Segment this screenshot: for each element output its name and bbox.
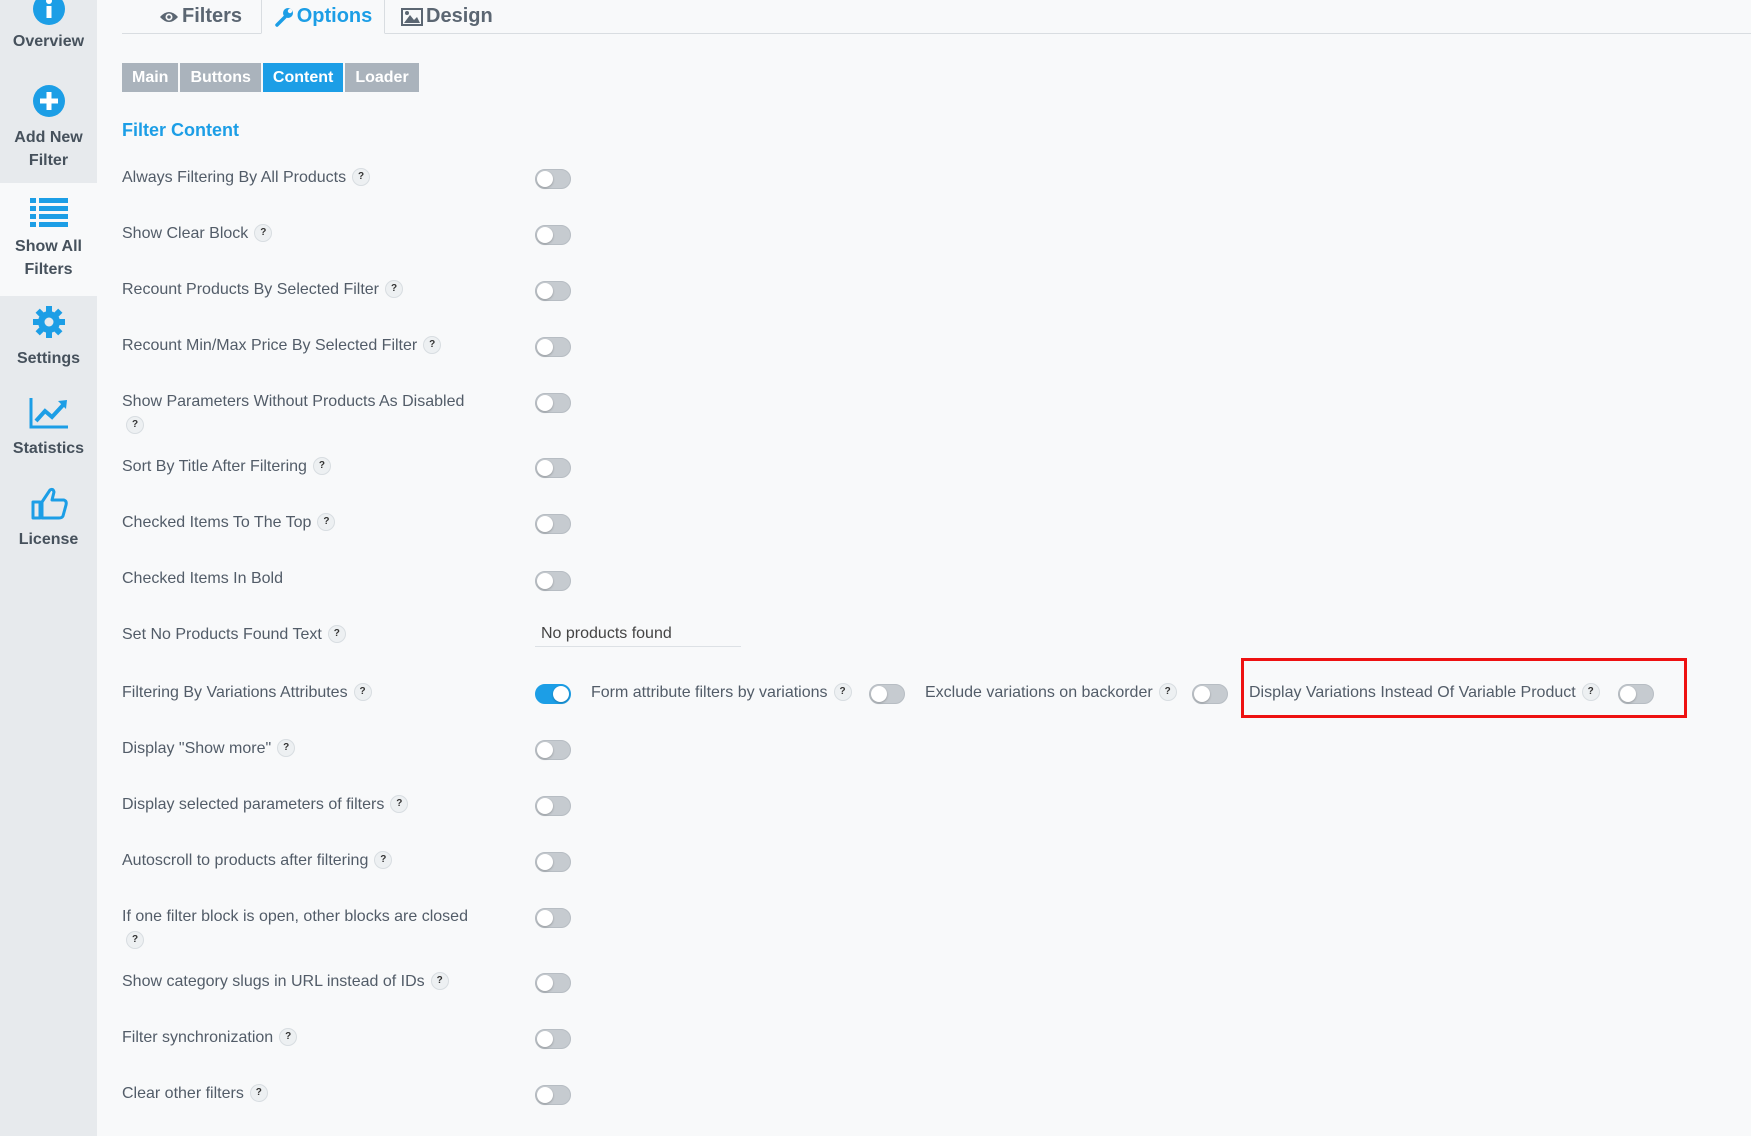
image-icon [401,7,423,26]
toggle-sort-by-title[interactable] [535,458,571,478]
subtab-main[interactable]: Main [122,63,179,92]
toggle-always-filtering[interactable] [535,169,571,189]
tab-filters[interactable]: Filters [159,0,242,33]
help-icon[interactable]: ? [277,738,296,757]
eye-icon [160,11,178,22]
option-label-sort-by-title: Sort By Title After Filtering? [122,455,482,479]
toggle-display-show-more[interactable] [535,740,571,760]
help-icon[interactable]: ? [1581,682,1600,701]
help-icon[interactable]: ? [423,335,442,354]
help-icon[interactable]: ? [1158,682,1177,701]
subtab-buttons[interactable]: Buttons [180,63,261,92]
sidebar-item-label: Add New Filter [14,129,83,169]
chart-line-icon [29,398,68,429]
option-label-display-show-more: Display "Show more"? [122,737,482,761]
option-label-show-clear-block: Show Clear Block? [122,222,482,246]
option-label-show-parameters-disabled: Show Parameters Without Products As Disa… [122,390,482,435]
help-icon[interactable]: ? [327,624,346,643]
option-label-recount-products: Recount Products By Selected Filter? [122,278,482,302]
list-icon [29,198,68,227]
toggle-clear-other-filters[interactable] [535,1085,571,1105]
tab-design[interactable]: Design [401,0,493,33]
option-label-filter-synchronization: Filter synchronization? [122,1026,482,1050]
toggle-filter-synchronization[interactable] [535,1029,571,1049]
option-label-category-slugs: Show category slugs in URL instead of ID… [122,970,482,994]
option-label-checked-in-bold: Checked Items In Bold [122,570,283,587]
sidebar-item-show-all-filters[interactable]: Show All Filters [0,183,97,296]
subtab-content[interactable]: Content [262,63,344,92]
sidebar-item-settings[interactable]: Settings [0,305,97,385]
toggle-category-slugs[interactable] [535,973,571,993]
tab-options[interactable]: Options [261,0,385,34]
toggle-show-clear-block[interactable] [535,225,571,245]
toggle-autoscroll[interactable] [535,852,571,872]
help-icon[interactable]: ? [249,1083,268,1102]
plus-circle-icon [32,85,65,117]
option-label-one-block-open: If one filter block is open, other block… [122,905,482,950]
help-icon[interactable]: ? [126,416,144,434]
option-label-always-filtering: Always Filtering By All Products? [122,166,482,190]
sidebar-item-overview[interactable]: Overview [0,0,97,78]
toggle-exclude-backorder[interactable] [1192,684,1228,704]
sidebar-item-statistics[interactable]: Statistics [0,397,97,477]
option-label-clear-other-filters: Clear other filters? [122,1082,482,1106]
toggle-one-block-open[interactable] [535,908,571,928]
toggle-checked-in-bold[interactable] [535,571,571,591]
option-label-form-attribute-filters: Form attribute filters by variations? [591,681,852,705]
option-label-no-products-text: Set No Products Found Text? [122,623,482,647]
toggle-display-selected-parameters[interactable] [535,796,571,816]
toggle-filtering-by-variations[interactable] [535,684,571,704]
sidebar-item-label: Overview [12,33,85,50]
sidebar-item-label: Show All Filters [15,238,82,278]
help-icon[interactable]: ? [385,279,404,298]
left-sidebar: Overview Add New Filter Show All Filters [0,0,97,1136]
toggle-recount-products[interactable] [535,281,571,301]
help-icon[interactable]: ? [352,167,371,186]
toggle-show-parameters-disabled[interactable] [535,393,571,413]
help-icon[interactable]: ? [254,223,273,242]
sidebar-item-add-new-filter[interactable]: Add New Filter [0,82,97,174]
info-icon [32,0,65,25]
option-label-display-variations: Display Variations Instead Of Variable P… [1249,681,1600,705]
sub-tab-bar: Main Buttons Content Loader [122,63,419,92]
sidebar-item-label: Statistics [12,440,85,457]
sidebar-item-label: Settings [16,350,81,367]
toggle-form-attribute-filters[interactable] [869,684,905,704]
option-label-exclude-backorder: Exclude variations on backorder? [925,681,1177,705]
section-title: Filter Content [122,120,239,140]
sidebar-item-license[interactable]: License [0,486,97,566]
top-tab-bar: Filters Options Design [122,0,1751,34]
help-icon[interactable]: ? [317,512,336,531]
option-label-filtering-by-variations: Filtering By Variations Attributes? [122,681,482,705]
option-label-display-selected-parameters: Display selected parameters of filters? [122,793,482,817]
help-icon[interactable]: ? [374,850,393,869]
toggle-checked-to-top[interactable] [535,514,571,534]
option-label-autoscroll: Autoscroll to products after filtering? [122,849,482,873]
help-icon[interactable]: ? [430,971,449,990]
thumbs-up-icon [31,487,68,520]
help-icon[interactable]: ? [353,682,372,701]
wrench-icon [274,7,293,27]
toggle-recount-price[interactable] [535,337,571,357]
help-icon[interactable]: ? [312,456,331,475]
help-icon[interactable]: ? [390,794,409,813]
help-icon[interactable]: ? [279,1027,298,1046]
option-label-recount-price: Recount Min/Max Price By Selected Filter… [122,334,482,358]
subtab-loader[interactable]: Loader [345,63,419,92]
toggle-display-variations[interactable] [1618,684,1654,704]
option-label-checked-to-top: Checked Items To The Top? [122,511,482,535]
sidebar-item-label: License [18,531,79,548]
gear-icon [32,306,65,338]
help-icon[interactable]: ? [833,682,852,701]
help-icon[interactable]: ? [126,931,144,949]
no-products-text-input[interactable] [535,622,741,647]
